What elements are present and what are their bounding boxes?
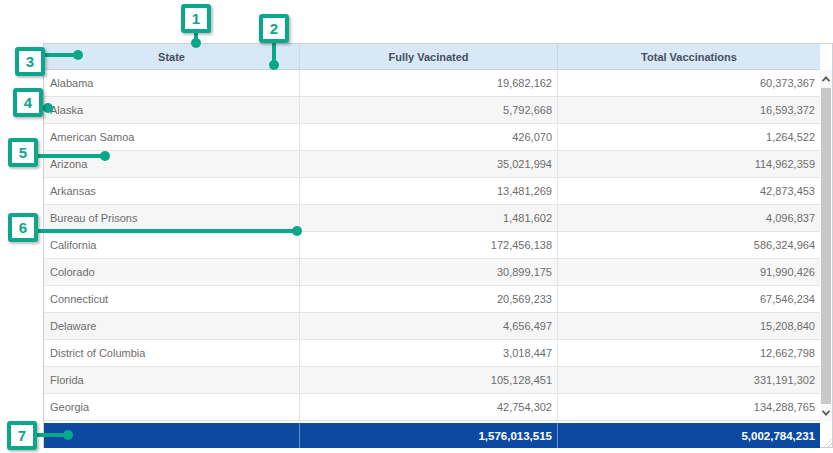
table-row[interactable]: Georgia 42,754,302 134,288,765	[44, 394, 820, 421]
fully-vaccinated-cell: 20,569,233	[300, 286, 558, 312]
table-row[interactable]: Florida 105,128,451 331,191,302	[44, 367, 820, 394]
callout-7-dot	[63, 430, 73, 440]
fully-vaccinated-cell: 19,682,162	[300, 70, 558, 96]
total-vaccinations-cell: 42,873,453	[558, 178, 820, 204]
table-header: State Fully Vacinated Total Vaccinations	[44, 44, 820, 70]
fully-vaccinated-cell: 5,792,668	[300, 97, 558, 123]
table-row[interactable]: Colorado 30,899,175 91,990,426	[44, 259, 820, 286]
fully-vaccinated-cell: 30,899,175	[300, 259, 558, 285]
fully-vaccinated-cell: 172,456,138	[300, 232, 558, 258]
fully-vaccinated-cell: 105,128,451	[300, 367, 558, 393]
callout-7-badge: 7	[7, 421, 37, 450]
state-cell: California	[44, 232, 300, 258]
callout-4-label: 4	[24, 94, 32, 111]
callout-6-label: 6	[19, 219, 27, 236]
callout-4-dot	[43, 103, 53, 113]
column-header-fully-vaccinated[interactable]: Fully Vacinated	[300, 44, 558, 69]
state-cell: Florida	[44, 367, 300, 393]
column-header-total-vaccinations[interactable]: Total Vaccinations	[558, 44, 820, 69]
callout-6-dot	[292, 226, 302, 236]
total-vaccinations-cell: 134,288,765	[558, 394, 820, 420]
state-cell: District of Columbia	[44, 340, 300, 366]
summary-row: 1,576,013,515 5,002,784,231	[44, 423, 820, 448]
total-vaccinations-cell: 1,264,522	[558, 124, 820, 150]
total-vaccinations-cell: 67,546,234	[558, 286, 820, 312]
callout-5-badge: 5	[8, 138, 38, 167]
total-vaccinations-cell: 586,324,964	[558, 232, 820, 258]
chevron-up-icon	[822, 76, 830, 84]
callout-7-label: 7	[18, 427, 26, 444]
callout-3-label: 3	[26, 53, 34, 70]
callout-2-label: 2	[270, 20, 278, 37]
total-vaccinations-cell: 114,962,359	[558, 151, 820, 177]
summary-total-vaccinations: 5,002,784,231	[558, 423, 820, 448]
state-cell: Georgia	[44, 394, 300, 420]
total-vaccinations-cell: 12,662,798	[558, 340, 820, 366]
table-row[interactable]: Arkansas 13,481,269 42,873,453	[44, 178, 820, 205]
total-vaccinations-cell: 15,208,840	[558, 313, 820, 339]
table-body: Alabama 19,682,162 60,373,367 Alaska 5,7…	[44, 70, 820, 421]
callout-1-badge: 1	[181, 4, 211, 33]
scroll-down-button[interactable]	[820, 404, 832, 421]
callout-2-dot	[269, 60, 279, 70]
fully-vaccinated-cell: 42,754,302	[300, 394, 558, 420]
summary-state-cell	[44, 423, 300, 448]
state-cell: Arkansas	[44, 178, 300, 204]
callout-5-connector	[36, 154, 106, 158]
callout-3-badge: 3	[15, 47, 45, 76]
fully-vaccinated-cell: 1,481,602	[300, 205, 558, 231]
table-row[interactable]: Alabama 19,682,162 60,373,367	[44, 70, 820, 97]
table-row[interactable]: Delaware 4,656,497 15,208,840	[44, 313, 820, 340]
fully-vaccinated-cell: 4,656,497	[300, 313, 558, 339]
callout-1-label: 1	[192, 10, 200, 27]
fully-vaccinated-cell: 13,481,269	[300, 178, 558, 204]
callout-1-dot	[191, 38, 201, 48]
total-vaccinations-cell: 16,593,372	[558, 97, 820, 123]
callout-4-badge: 4	[13, 88, 43, 117]
vertical-scrollbar[interactable]	[820, 70, 832, 421]
scrollbar-thumb[interactable]	[821, 88, 831, 404]
callout-5-dot	[100, 151, 110, 161]
state-cell: Connecticut	[44, 286, 300, 312]
state-cell: Alabama	[44, 70, 300, 96]
fully-vaccinated-cell: 3,018,447	[300, 340, 558, 366]
callout-5-label: 5	[19, 144, 27, 161]
state-cell: Bureau of Prisons	[44, 205, 300, 231]
total-vaccinations-cell: 60,373,367	[558, 70, 820, 96]
table-row[interactable]: Connecticut 20,569,233 67,546,234	[44, 286, 820, 313]
table-row[interactable]: Bureau of Prisons 1,481,602 4,096,837	[44, 205, 820, 232]
table-row[interactable]: District of Columbia 3,018,447 12,662,79…	[44, 340, 820, 367]
total-vaccinations-cell: 331,191,302	[558, 367, 820, 393]
chevron-down-icon	[822, 407, 830, 415]
table-row[interactable]: California 172,456,138 586,324,964	[44, 232, 820, 259]
state-cell: Colorado	[44, 259, 300, 285]
state-cell: Delaware	[44, 313, 300, 339]
table-row[interactable]: American Samoa 426,070 1,264,522	[44, 124, 820, 151]
fully-vaccinated-cell: 426,070	[300, 124, 558, 150]
total-vaccinations-cell: 91,990,426	[558, 259, 820, 285]
callout-3-dot	[73, 50, 83, 60]
callout-6-badge: 6	[8, 213, 38, 242]
table-row[interactable]: Arizona 35,021,994 114,962,359	[44, 151, 820, 178]
state-cell: American Samoa	[44, 124, 300, 150]
page: State Fully Vacinated Total Vaccinations…	[0, 0, 833, 453]
scroll-up-button[interactable]	[820, 70, 832, 87]
callout-2-badge: 2	[259, 14, 289, 43]
summary-fully-vaccinated: 1,576,013,515	[300, 423, 558, 448]
table-row[interactable]: Alaska 5,792,668 16,593,372	[44, 97, 820, 124]
callout-6-connector	[36, 229, 298, 233]
fully-vaccinated-cell: 35,021,994	[300, 151, 558, 177]
total-vaccinations-cell: 4,096,837	[558, 205, 820, 231]
state-cell: Alaska	[44, 97, 300, 123]
